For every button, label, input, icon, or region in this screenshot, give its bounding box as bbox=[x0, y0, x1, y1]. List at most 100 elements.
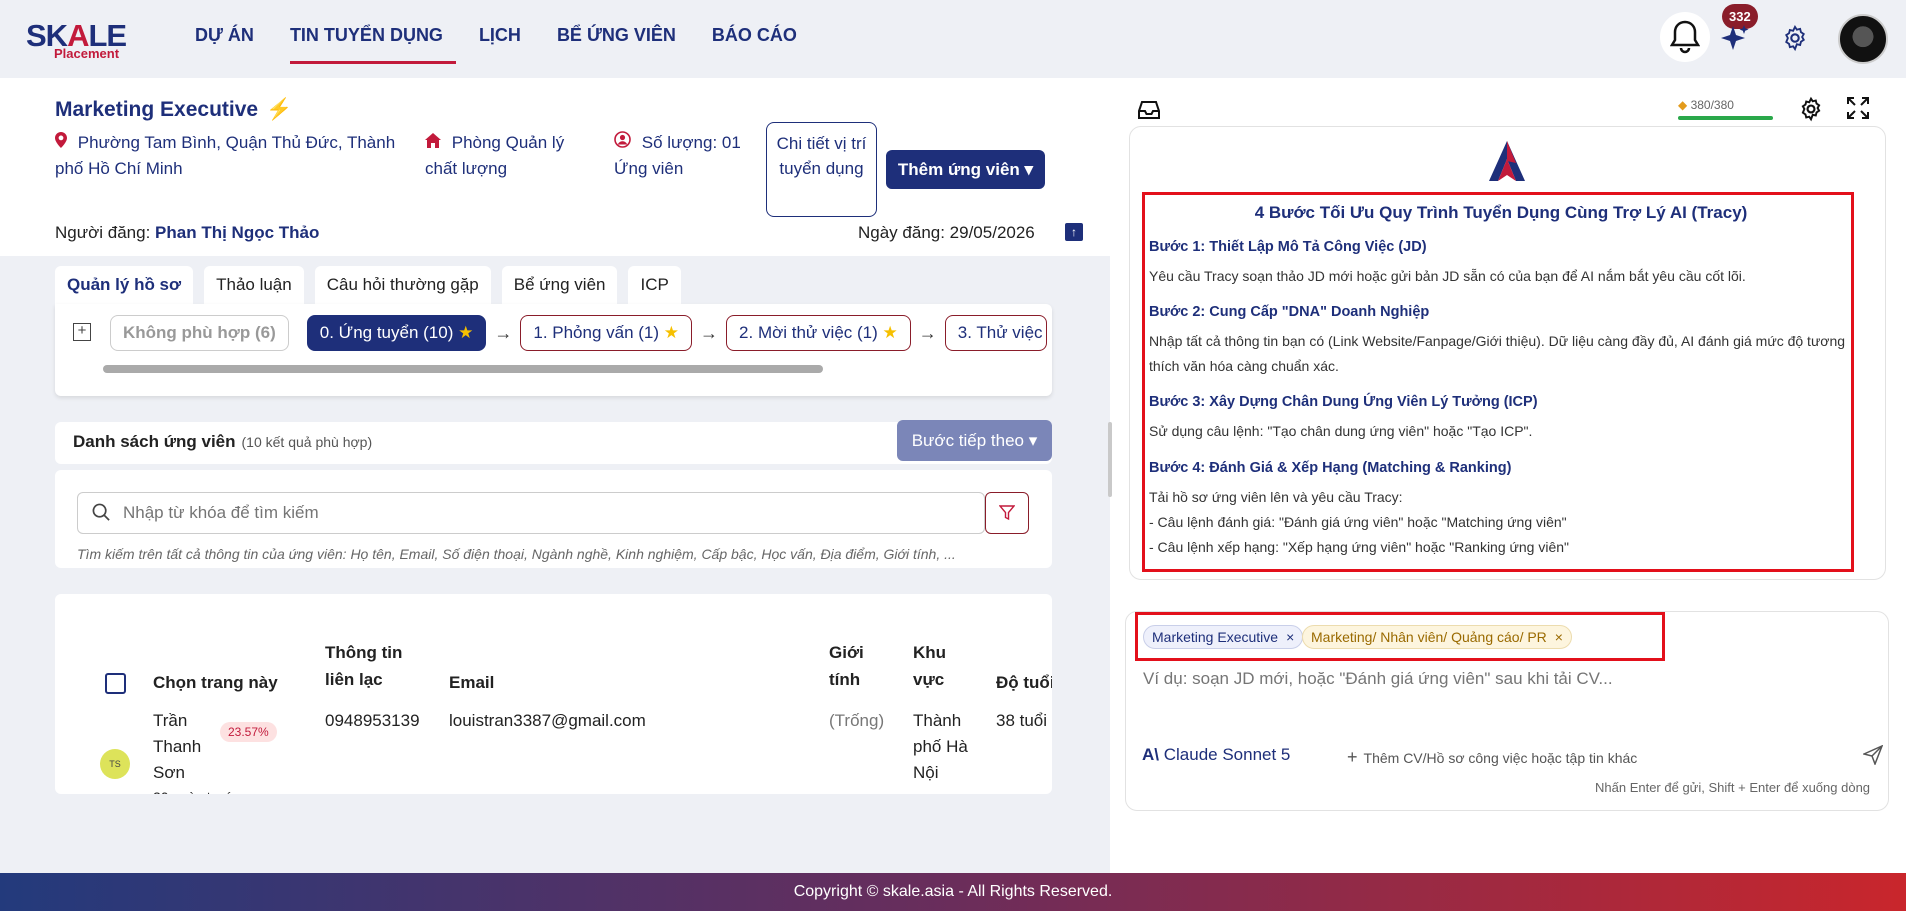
filter-icon bbox=[999, 505, 1015, 521]
quota-bar bbox=[1678, 116, 1773, 120]
star-icon: ★ bbox=[458, 323, 474, 342]
candidate-phone: 0948953139 bbox=[325, 711, 420, 730]
bell-icon[interactable] bbox=[1660, 12, 1710, 62]
job-title: Marketing Executive ⚡ bbox=[55, 98, 293, 121]
chat-input[interactable] bbox=[1143, 664, 1843, 694]
assistant-welcome-card: 4 Bước Tối Ưu Quy Trình Tuyển Dụng Cùng … bbox=[1129, 126, 1886, 580]
nav-lich[interactable]: LỊCH bbox=[466, 0, 534, 78]
candidate-name[interactable]: Trần Thanh Sơn bbox=[153, 708, 213, 786]
keyboard-hint: Nhấn Enter để gửi, Shift + Enter để xuốn… bbox=[1595, 780, 1871, 795]
col-select: Chọn trang này bbox=[153, 673, 278, 692]
location-pin-icon bbox=[55, 132, 72, 152]
star-icon: ★ bbox=[663, 323, 680, 342]
nav-be-ung-vien[interactable]: BỂ ỨNG VIÊN bbox=[544, 0, 689, 78]
ai-assistant-panel: ◆ 380/380 4 Bước Tối Ưu Quy Trình Tuyển … bbox=[1112, 78, 1906, 873]
guide-step-3: Bước 3: Xây Dựng Chân Dung Ứng Viên Lý T… bbox=[1149, 394, 1538, 439]
highlight-box-context: Marketing Executive × Marketing/ Nhân viê… bbox=[1135, 612, 1665, 661]
model-selector[interactable]: A\ Claude Sonnet 5 bbox=[1142, 745, 1290, 765]
attach-file-button[interactable]: + Thêm CV/Hồ sơ công việc hoặc tập tin kh… bbox=[1347, 747, 1637, 768]
filter-button[interactable] bbox=[985, 492, 1029, 534]
top-navbar: SKALE Placement DỰ ÁN TIN TUYỂN DỤNG LỊC… bbox=[0, 0, 1906, 78]
star-icon: ★ bbox=[882, 323, 898, 342]
tab-quan-ly-ho-so[interactable]: Quản lý hồ sơ bbox=[55, 266, 194, 304]
job-location: Phường Tam Bình, Quận Thủ Đức, Thành phố… bbox=[55, 132, 396, 178]
context-chip-industry[interactable]: Marketing/ Nhân viên/ Quảng cáo/ PR × bbox=[1302, 625, 1572, 649]
stage-moi-thu-viec[interactable]: 2. Mời thử việc (1) ★ bbox=[726, 315, 911, 351]
arrow-right-icon: → bbox=[494, 322, 513, 343]
footer-copyright: Copyright © skale.asia - All Rights Rese… bbox=[0, 873, 1906, 911]
skale-logo[interactable]: SKALE Placement bbox=[26, 18, 127, 61]
col-gender: Giới tính bbox=[829, 643, 864, 689]
nav-du-an[interactable]: DỰ ÁN bbox=[182, 0, 267, 78]
guide-step-1: Bước 1: Thiết Lập Mô Tả Công Việc (JD) Y… bbox=[1149, 239, 1746, 284]
expand-icon[interactable]: + bbox=[73, 323, 91, 341]
search-icon bbox=[92, 503, 111, 527]
select-page-checkbox[interactable] bbox=[105, 673, 126, 694]
anthropic-icon: A\ bbox=[1142, 745, 1159, 764]
tab-thao-luan[interactable]: Thảo luận bbox=[204, 266, 304, 304]
nav-bao-cao[interactable]: BÁO CÁO bbox=[699, 0, 810, 78]
gem-icon: ◆ bbox=[1678, 98, 1688, 112]
ai-sparkle-icon[interactable] bbox=[1720, 23, 1750, 60]
candidate-gender: (Trống) bbox=[829, 711, 885, 730]
settings-gear-icon[interactable] bbox=[1781, 24, 1809, 57]
caret-down-icon: ▾ bbox=[1024, 160, 1034, 179]
tab-be-ung-vien[interactable]: Bể ứng viên bbox=[501, 266, 618, 304]
stage-phong-van[interactable]: 1. Phỏng vấn (1) ★ bbox=[520, 315, 693, 351]
search-input[interactable] bbox=[123, 493, 923, 533]
job-department: Phòng Quản lý chất lượng bbox=[425, 133, 565, 178]
candidate-region: Thành phố Hà Nội bbox=[913, 711, 968, 782]
home-icon bbox=[425, 133, 446, 152]
arrow-right-icon: → bbox=[918, 322, 937, 343]
col-email: Email bbox=[449, 673, 495, 692]
search-hint: Tìm kiếm trên tất cả thông tin của ứng v… bbox=[77, 546, 956, 562]
highlight-box-guide: 4 Bước Tối Ưu Quy Trình Tuyển Dụng Cùng … bbox=[1142, 192, 1854, 572]
poster-info: Người đăng: Phan Thị Ngọc Thảo bbox=[55, 223, 320, 242]
add-candidate-button[interactable]: Thêm ứng viên ▾ bbox=[886, 150, 1045, 189]
context-chip-job[interactable]: Marketing Executive × bbox=[1143, 625, 1304, 649]
close-icon[interactable]: × bbox=[1286, 629, 1294, 645]
col-age: Độ tuổi bbox=[996, 673, 1052, 692]
plus-icon: + bbox=[1347, 747, 1358, 767]
logo-subtitle: Placement bbox=[54, 46, 120, 61]
guide-step-2: Bước 2: Cung Cấp "DNA" Doanh Nghiệp Nhập… bbox=[1149, 304, 1846, 374]
stage-khong-phu-hop[interactable]: Không phù hợp (6) bbox=[110, 315, 289, 351]
candidate-email: louistran3387@gmail.com bbox=[449, 711, 646, 730]
search-card: Tìm kiếm trên tất cả thông tin của ứng v… bbox=[55, 470, 1052, 568]
job-tabs: Quản lý hồ sơ Thảo luận Câu hỏi thường g… bbox=[55, 266, 681, 304]
post-date: Ngày đăng: 29/05/2026 bbox=[858, 223, 1035, 242]
pipeline-stages: + Không phù hợp (6) 0. Ứng tuyển (10) ★ … bbox=[55, 304, 1052, 396]
candidate-age: 38 tuổi bbox=[996, 711, 1048, 730]
candidate-table: Chọn trang này Thông tin liên lạc Email … bbox=[55, 594, 1052, 794]
close-icon[interactable]: × bbox=[1555, 629, 1563, 645]
main-nav: DỰ ÁN TIN TUYỂN DỤNG LỊCH BỂ ỨNG VIÊN BÁ… bbox=[182, 0, 820, 78]
candidate-avatar: TS bbox=[100, 749, 130, 779]
fullscreen-icon[interactable] bbox=[1846, 96, 1870, 125]
assistant-settings-icon[interactable] bbox=[1798, 96, 1824, 127]
tab-cau-hoi[interactable]: Câu hỏi thường gặp bbox=[314, 266, 491, 304]
stage-ung-tuyen[interactable]: 0. Ứng tuyển (10) ★ bbox=[306, 315, 487, 351]
list-count: (10 kết quả phù hợp) bbox=[241, 434, 373, 450]
user-circle-icon bbox=[614, 131, 636, 152]
tab-icp[interactable]: ICP bbox=[628, 266, 681, 304]
chat-composer: Marketing Executive × Marketing/ Nhân viê… bbox=[1125, 611, 1889, 811]
caret-down-icon: ▾ bbox=[1028, 431, 1038, 450]
send-icon[interactable] bbox=[1861, 744, 1884, 770]
nav-tin-tuyen-dung[interactable]: TIN TUYỂN DỤNG bbox=[277, 0, 456, 78]
next-step-button[interactable]: Bước tiếp theo ▾ bbox=[897, 420, 1052, 461]
inbox-icon[interactable] bbox=[1137, 100, 1161, 125]
candidate-time: 20 ngày trước bbox=[153, 784, 241, 794]
stage-scrollbar[interactable] bbox=[103, 365, 823, 373]
job-detail-button[interactable]: Chi tiết vị trí tuyển dụng bbox=[766, 122, 877, 217]
guide-step-4: Bước 4: Đánh Giá & Xếp Hạng (Matching & … bbox=[1149, 460, 1570, 555]
col-region: Khu vực bbox=[913, 643, 947, 689]
scroll-up-icon[interactable]: ↑ bbox=[1065, 223, 1083, 241]
guide-title: 4 Bước Tối Ưu Quy Trình Tuyển Dụng Cùng … bbox=[1254, 203, 1748, 222]
tracy-logo bbox=[1485, 139, 1529, 188]
col-contact: Thông tin liên lạc bbox=[325, 643, 403, 689]
token-quota: ◆ 380/380 bbox=[1678, 98, 1734, 112]
stage-thu-viec[interactable]: 3. Thử việc ( bbox=[944, 315, 1047, 351]
search-box bbox=[77, 492, 985, 534]
user-avatar[interactable] bbox=[1838, 14, 1888, 64]
list-title: Danh sách ứng viên bbox=[73, 432, 236, 451]
